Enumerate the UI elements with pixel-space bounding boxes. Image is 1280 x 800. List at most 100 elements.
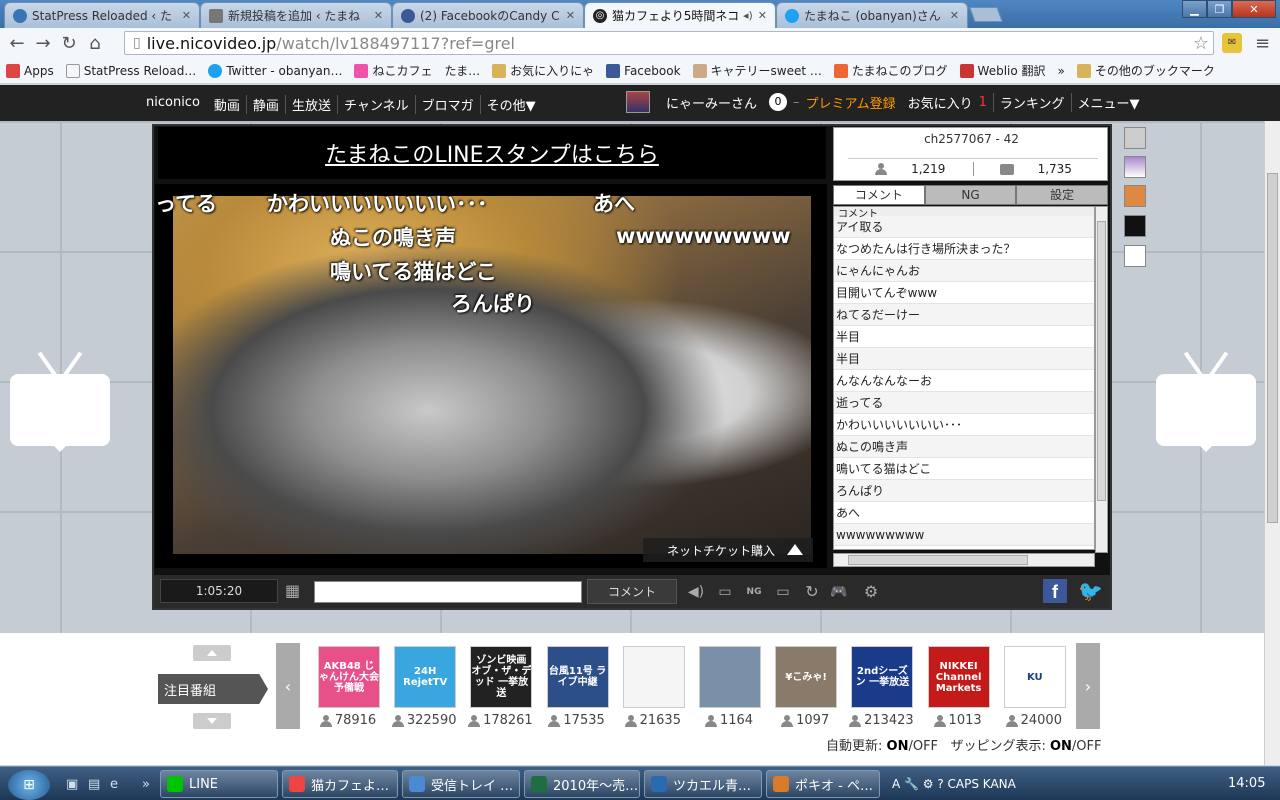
bookmark-folder-favorites[interactable]: お気に入りにゃ (492, 62, 594, 79)
featured-thumbnail[interactable]: 2ndシーズン 一挙放送 (851, 646, 914, 708)
screen-size-icon[interactable]: ▭ (773, 582, 793, 602)
comment-row[interactable]: なつめたんは行き場所決まった？ (834, 238, 1094, 260)
bookmark-overflow-chevron[interactable]: » (1058, 64, 1065, 78)
tab-settings[interactable]: 設定 (1016, 185, 1109, 205)
bookmark-weblio[interactable]: Weblio 翻訳 (959, 62, 1046, 79)
extension-icon[interactable]: ✉ (1222, 33, 1242, 53)
clock[interactable]: 14:05 (1228, 776, 1265, 791)
comment-row[interactable]: 目開いてんぞwww (834, 282, 1094, 304)
nav-seiga[interactable]: 静画 (245, 95, 285, 114)
bookmark-blog[interactable]: たまねこのブログ (833, 62, 948, 79)
featured-down-button[interactable] (193, 713, 231, 729)
taskbar-item[interactable]: 受信トレイ … (402, 770, 520, 798)
chrome-menu-icon[interactable]: ≡ (1255, 33, 1270, 54)
comment-row[interactable]: ねてるだーけー (834, 304, 1094, 326)
new-tab-button[interactable] (969, 7, 1003, 22)
comment-row[interactable]: 鳴いてる猫はどこ (834, 458, 1094, 480)
bookmark-twitter[interactable]: Twitter - obanyan… (208, 63, 342, 78)
user-name[interactable]: にゃーみーさん (666, 93, 757, 112)
tab-comments[interactable]: コメント (833, 185, 925, 205)
side-icon-light[interactable] (1124, 245, 1146, 267)
video-area[interactable]: ってる かわいいいいいいい･･･ あへ ぬこの鳴き声 wwwwwwwww 鳴いて… (155, 184, 827, 568)
comment-row[interactable]: ぬこの鳴き声 (834, 436, 1094, 458)
premium-link[interactable]: プレミアム登録 (806, 93, 896, 112)
featured-thumbnail[interactable] (622, 646, 685, 708)
featured-thumbnail[interactable]: AKB48 じゃんけん大会 予備戦 (318, 646, 380, 708)
comment-row[interactable]: 逝ってる (834, 392, 1094, 414)
maximize-icon[interactable]: ❐ (1207, 0, 1232, 18)
taskbar-item[interactable]: 猫カフェよ… (282, 770, 398, 798)
comment-row[interactable]: かわいいいいいいい･･･ (834, 414, 1094, 436)
nav-blomaga[interactable]: ブロマガ (414, 95, 480, 114)
bookmark-facebook[interactable]: Facebook (606, 63, 681, 78)
twitter-share-icon[interactable]: 🐦 (1078, 579, 1103, 603)
nav-niconico[interactable]: niconico (146, 95, 206, 114)
reload-icon[interactable]: ↻ (802, 582, 822, 602)
featured-thumbnail[interactable]: ゾンビ映画 オブ・ザ・デッド 一挙放送 (470, 646, 533, 708)
ie-icon[interactable]: e (110, 777, 126, 792)
comment-row[interactable]: ろんぱり (834, 480, 1094, 502)
bookmark-folder-other[interactable]: その他のブックマーク (1076, 62, 1215, 79)
browser-tab-5[interactable]: たまねこ (obanyan)さん ✕ (776, 2, 968, 28)
window-close-icon[interactable]: ✕ (1232, 0, 1276, 18)
comment-list[interactable]: コメント アイ取る なつめたんは行き場所決まった？ にゃんにゃんお 目開いてんぞwww… (833, 206, 1095, 550)
comment-submit-button[interactable]: コメント (587, 579, 677, 604)
featured-thumbnail[interactable]: ¥こみゃ! (775, 646, 838, 708)
bookmark-apps[interactable]: Apps (6, 63, 54, 78)
taskbar-item[interactable]: 2010年～売… (524, 770, 640, 798)
nav-live[interactable]: 生放送 (284, 95, 337, 114)
facebook-share-icon[interactable]: f (1043, 579, 1067, 603)
browser-tab-1[interactable]: StatPress Reloaded ‹ た ✕ (4, 2, 200, 28)
featured-next-button[interactable]: › (1076, 643, 1100, 729)
quicklaunch-more-icon[interactable]: » (142, 777, 158, 792)
avatar[interactable] (626, 91, 650, 113)
bookmark-nekocafe[interactable]: ねこカフェ たま… (354, 62, 480, 79)
featured-up-button[interactable] (193, 645, 231, 661)
volume-icon[interactable]: ◀) (686, 582, 706, 602)
featured-prev-button[interactable]: ‹ (276, 643, 300, 729)
forward-icon[interactable]: → (30, 33, 56, 54)
bookmark-cattery[interactable]: キャテリーsweet … (692, 62, 822, 79)
featured-thumbnail[interactable]: 24H RejetTV (394, 646, 457, 708)
taskbar-item[interactable]: ポキオ - ペ… (766, 770, 880, 798)
taskbar-item[interactable]: ツカエル青… (644, 770, 762, 798)
reload-icon[interactable]: ↻ (56, 33, 82, 54)
featured-thumbnail[interactable]: NIKKEI Channel Markets (927, 646, 990, 708)
show-desktop-icon[interactable]: ▣ (66, 777, 82, 792)
nav-other[interactable]: その他▼ (479, 95, 542, 114)
nav-douga[interactable]: 動画 (206, 95, 246, 114)
home-icon[interactable]: ⌂ (82, 33, 108, 54)
comment-list-hscrollbar[interactable] (833, 553, 1095, 567)
browser-tab-3[interactable]: (2) FacebookのCandy C ✕ (392, 2, 584, 28)
ng-icon[interactable]: NG (744, 582, 764, 602)
zapping-on[interactable]: ON (1050, 739, 1072, 754)
featured-thumbnail[interactable] (699, 646, 761, 708)
taskbar-item[interactable]: LINE (160, 770, 278, 798)
ranking-link[interactable]: ランキング (992, 92, 1065, 112)
tab-ng[interactable]: NG (924, 185, 1017, 205)
comment-row[interactable]: アイ取る (834, 216, 1094, 238)
comment-row[interactable]: あへ (834, 502, 1094, 524)
comment-row[interactable]: 半目 (834, 348, 1094, 370)
comment-row[interactable]: wwwwwwwww (834, 524, 1094, 546)
minimize-icon[interactable]: ▁ (1182, 0, 1207, 18)
zapping-off[interactable]: /OFF (1072, 739, 1102, 754)
comment-row[interactable]: 半目 (834, 326, 1094, 348)
comment-row[interactable]: んなんなんなーお (834, 370, 1094, 392)
side-icon-dark[interactable] (1124, 215, 1146, 237)
net-ticket-button[interactable]: ネットチケット購入 (643, 538, 813, 562)
explorer-icon[interactable]: ▤ (88, 777, 104, 792)
side-icon-character[interactable] (1124, 156, 1146, 178)
auto-update-on[interactable]: ON (887, 739, 909, 754)
start-button[interactable]: ⊞ (8, 770, 50, 800)
comment-toggle-icon[interactable]: ▭ (715, 582, 735, 602)
side-icon-cake[interactable] (1124, 185, 1146, 207)
settings-gear-icon[interactable]: ⚙ (861, 582, 881, 602)
close-icon[interactable]: ✕ (374, 9, 383, 22)
auto-update-off[interactable]: /OFF (908, 739, 938, 754)
menu-link[interactable]: メニュー▼ (1070, 92, 1140, 112)
bookmark-star-icon[interactable]: ☆ (1193, 33, 1209, 54)
nav-channel[interactable]: チャンネル (336, 95, 415, 114)
browser-tab-4-active[interactable]: ◎ 猫カフェより5時間ネコ ◂) ✕ (584, 2, 776, 28)
comment-row[interactable]: にゃんにゃんお (834, 260, 1094, 282)
